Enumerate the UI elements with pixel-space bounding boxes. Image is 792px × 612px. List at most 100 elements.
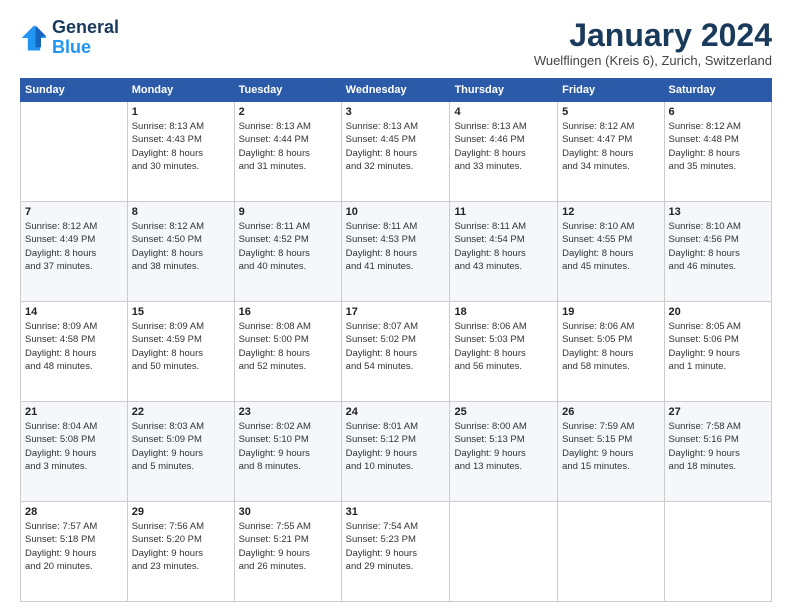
calendar-cell: 17 Sunrise: 8:07 AM Sunset: 5:02 PM Dayli… <box>341 302 450 402</box>
day-number: 1 <box>132 106 230 118</box>
day-number: 18 <box>454 306 553 318</box>
calendar-cell: 26 Sunrise: 7:59 AM Sunset: 5:15 PM Dayli… <box>558 402 664 502</box>
day-info: Sunrise: 8:06 AM Sunset: 5:05 PM Dayligh… <box>562 320 659 373</box>
calendar-cell: 13 Sunrise: 8:10 AM Sunset: 4:56 PM Dayli… <box>664 202 771 302</box>
calendar-cell <box>664 502 771 602</box>
col-wednesday: Wednesday <box>341 79 450 102</box>
calendar-cell: 27 Sunrise: 7:58 AM Sunset: 5:16 PM Dayli… <box>664 402 771 502</box>
day-number: 4 <box>454 106 553 118</box>
day-info: Sunrise: 8:10 AM Sunset: 4:56 PM Dayligh… <box>669 220 767 273</box>
day-info: Sunrise: 8:09 AM Sunset: 4:58 PM Dayligh… <box>25 320 123 373</box>
day-number: 13 <box>669 206 767 218</box>
col-saturday: Saturday <box>664 79 771 102</box>
day-info: Sunrise: 8:07 AM Sunset: 5:02 PM Dayligh… <box>346 320 446 373</box>
calendar-cell: 2 Sunrise: 8:13 AM Sunset: 4:44 PM Daylig… <box>234 102 341 202</box>
calendar-cell: 14 Sunrise: 8:09 AM Sunset: 4:58 PM Dayli… <box>21 302 128 402</box>
calendar-cell: 19 Sunrise: 8:06 AM Sunset: 5:05 PM Dayli… <box>558 302 664 402</box>
day-number: 14 <box>25 306 123 318</box>
calendar-cell: 22 Sunrise: 8:03 AM Sunset: 5:09 PM Dayli… <box>127 402 234 502</box>
calendar-cell: 21 Sunrise: 8:04 AM Sunset: 5:08 PM Dayli… <box>21 402 128 502</box>
day-number: 5 <box>562 106 659 118</box>
day-number: 28 <box>25 506 123 518</box>
day-info: Sunrise: 8:13 AM Sunset: 4:46 PM Dayligh… <box>454 120 553 173</box>
day-info: Sunrise: 7:58 AM Sunset: 5:16 PM Dayligh… <box>669 420 767 473</box>
calendar-cell: 28Sunrise: 7:57 AM Sunset: 5:18 PM Dayli… <box>21 502 128 602</box>
day-info: Sunrise: 8:10 AM Sunset: 4:55 PM Dayligh… <box>562 220 659 273</box>
day-number: 19 <box>562 306 659 318</box>
day-info: Sunrise: 8:13 AM Sunset: 4:44 PM Dayligh… <box>239 120 337 173</box>
day-info: Sunrise: 7:56 AM Sunset: 5:20 PM Dayligh… <box>132 520 230 573</box>
day-info: Sunrise: 8:13 AM Sunset: 4:45 PM Dayligh… <box>346 120 446 173</box>
calendar-week-5: 28Sunrise: 7:57 AM Sunset: 5:18 PM Dayli… <box>21 502 772 602</box>
day-number: 2 <box>239 106 337 118</box>
calendar-cell: 9Sunrise: 8:11 AM Sunset: 4:52 PM Daylig… <box>234 202 341 302</box>
day-info: Sunrise: 8:12 AM Sunset: 4:49 PM Dayligh… <box>25 220 123 273</box>
calendar-week-4: 21 Sunrise: 8:04 AM Sunset: 5:08 PM Dayli… <box>21 402 772 502</box>
day-info: Sunrise: 8:12 AM Sunset: 4:50 PM Dayligh… <box>132 220 230 273</box>
calendar-cell <box>558 502 664 602</box>
day-info: Sunrise: 8:00 AM Sunset: 5:13 PM Dayligh… <box>454 420 553 473</box>
calendar-cell: 5 Sunrise: 8:12 AM Sunset: 4:47 PM Daylig… <box>558 102 664 202</box>
day-number: 29 <box>132 506 230 518</box>
day-number: 31 <box>346 506 446 518</box>
calendar-cell: 23Sunrise: 8:02 AM Sunset: 5:10 PM Dayli… <box>234 402 341 502</box>
day-info: Sunrise: 7:59 AM Sunset: 5:15 PM Dayligh… <box>562 420 659 473</box>
day-info: Sunrise: 8:03 AM Sunset: 5:09 PM Dayligh… <box>132 420 230 473</box>
day-number: 10 <box>346 206 446 218</box>
day-number: 21 <box>25 406 123 418</box>
calendar-cell: 8 Sunrise: 8:12 AM Sunset: 4:50 PM Daylig… <box>127 202 234 302</box>
calendar-table: Sunday Monday Tuesday Wednesday Thursday… <box>20 78 772 602</box>
day-info: Sunrise: 8:08 AM Sunset: 5:00 PM Dayligh… <box>239 320 337 373</box>
calendar-cell: 15Sunrise: 8:09 AM Sunset: 4:59 PM Dayli… <box>127 302 234 402</box>
calendar-cell <box>450 502 558 602</box>
calendar-header-row: Sunday Monday Tuesday Wednesday Thursday… <box>21 79 772 102</box>
logo-line2: Blue <box>52 38 119 58</box>
calendar-cell: 31 Sunrise: 7:54 AM Sunset: 5:23 PM Dayli… <box>341 502 450 602</box>
day-info: Sunrise: 7:54 AM Sunset: 5:23 PM Dayligh… <box>346 520 446 573</box>
day-number: 23 <box>239 406 337 418</box>
day-number: 11 <box>454 206 553 218</box>
calendar-cell: 30 Sunrise: 7:55 AM Sunset: 5:21 PM Dayli… <box>234 502 341 602</box>
calendar-cell: 25Sunrise: 8:00 AM Sunset: 5:13 PM Dayli… <box>450 402 558 502</box>
day-info: Sunrise: 8:13 AM Sunset: 4:43 PM Dayligh… <box>132 120 230 173</box>
month-title: January 2024 <box>534 18 772 53</box>
col-thursday: Thursday <box>450 79 558 102</box>
day-number: 30 <box>239 506 337 518</box>
calendar-cell: 18 Sunrise: 8:06 AM Sunset: 5:03 PM Dayli… <box>450 302 558 402</box>
col-tuesday: Tuesday <box>234 79 341 102</box>
day-number: 16 <box>239 306 337 318</box>
calendar-cell: 3Sunrise: 8:13 AM Sunset: 4:45 PM Daylig… <box>341 102 450 202</box>
day-number: 17 <box>346 306 446 318</box>
title-area: January 2024 Wuelflingen (Kreis 6), Zuri… <box>534 18 772 68</box>
location-subtitle: Wuelflingen (Kreis 6), Zurich, Switzerla… <box>534 53 772 68</box>
calendar-cell <box>21 102 128 202</box>
day-number: 26 <box>562 406 659 418</box>
calendar-cell: 29 Sunrise: 7:56 AM Sunset: 5:20 PM Dayli… <box>127 502 234 602</box>
calendar-cell: 11Sunrise: 8:11 AM Sunset: 4:54 PM Dayli… <box>450 202 558 302</box>
calendar-cell: 16 Sunrise: 8:08 AM Sunset: 5:00 PM Dayli… <box>234 302 341 402</box>
col-monday: Monday <box>127 79 234 102</box>
day-info: Sunrise: 8:11 AM Sunset: 4:53 PM Dayligh… <box>346 220 446 273</box>
day-info: Sunrise: 7:55 AM Sunset: 5:21 PM Dayligh… <box>239 520 337 573</box>
day-info: Sunrise: 8:01 AM Sunset: 5:12 PM Dayligh… <box>346 420 446 473</box>
calendar-week-3: 14 Sunrise: 8:09 AM Sunset: 4:58 PM Dayli… <box>21 302 772 402</box>
calendar-cell: 10 Sunrise: 8:11 AM Sunset: 4:53 PM Dayli… <box>341 202 450 302</box>
day-number: 12 <box>562 206 659 218</box>
day-info: Sunrise: 8:12 AM Sunset: 4:48 PM Dayligh… <box>669 120 767 173</box>
day-info: Sunrise: 8:05 AM Sunset: 5:06 PM Dayligh… <box>669 320 767 373</box>
day-info: Sunrise: 8:04 AM Sunset: 5:08 PM Dayligh… <box>25 420 123 473</box>
day-number: 22 <box>132 406 230 418</box>
day-info: Sunrise: 8:06 AM Sunset: 5:03 PM Dayligh… <box>454 320 553 373</box>
page: General Blue January 2024 Wuelflingen (K… <box>0 0 792 612</box>
calendar-cell: 7Sunrise: 8:12 AM Sunset: 4:49 PM Daylig… <box>21 202 128 302</box>
calendar-cell: 12 Sunrise: 8:10 AM Sunset: 4:55 PM Dayli… <box>558 202 664 302</box>
day-number: 8 <box>132 206 230 218</box>
header: General Blue January 2024 Wuelflingen (K… <box>20 18 772 68</box>
logo-line1: General <box>52 18 119 38</box>
day-number: 27 <box>669 406 767 418</box>
calendar-week-2: 7Sunrise: 8:12 AM Sunset: 4:49 PM Daylig… <box>21 202 772 302</box>
day-info: Sunrise: 8:11 AM Sunset: 4:52 PM Dayligh… <box>239 220 337 273</box>
logo: General Blue <box>20 18 119 58</box>
day-number: 15 <box>132 306 230 318</box>
day-info: Sunrise: 8:12 AM Sunset: 4:47 PM Dayligh… <box>562 120 659 173</box>
